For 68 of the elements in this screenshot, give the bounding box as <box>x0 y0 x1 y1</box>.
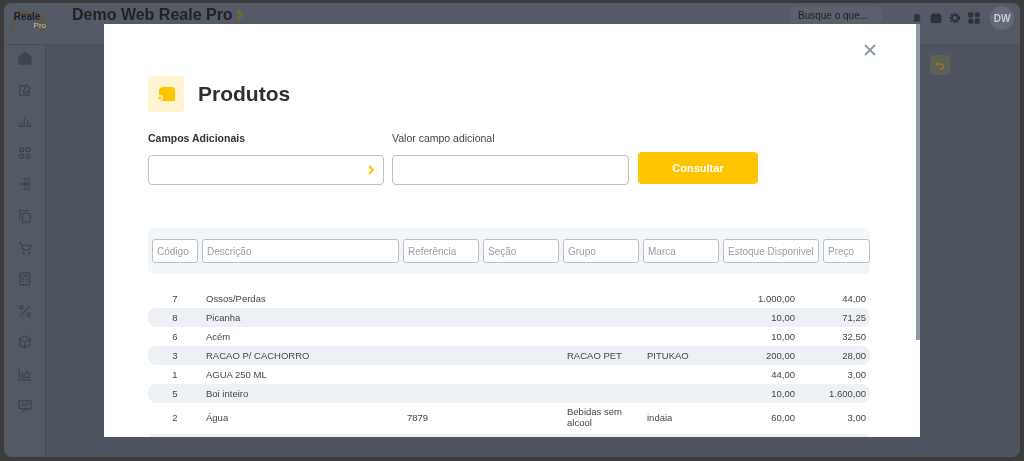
table-cell-text: 1 <box>171 369 179 380</box>
table-cell-text: 3,00 <box>846 411 867 423</box>
filter-field[interactable]: Marca <box>643 239 719 263</box>
table-row[interactable]: 5 Boi inteiro 10,00 1.600,00 <box>148 384 870 403</box>
input-field[interactable] <box>392 155 629 185</box>
table-cell-text: 10,00 <box>770 312 796 323</box>
filter-field[interactable]: Código <box>152 239 198 263</box>
chevron-icon[interactable] <box>235 9 244 21</box>
filter-field[interactable]: Preço <box>823 239 870 263</box>
table-cell-text: 71,25 <box>841 312 867 323</box>
table-cell-text: Boi inteiro <box>205 388 250 399</box>
bell-icon[interactable] <box>910 11 924 25</box>
table-cell-text: 2 <box>171 411 179 423</box>
filter-field[interactable]: Descrição <box>202 239 399 263</box>
chevron-icon <box>368 165 375 175</box>
table-row-plain[interactable]: 1 AGUA 250 ML 44,00 3,00 <box>148 365 870 384</box>
table-cell-text: RACAO PET <box>566 350 623 361</box>
table-cell-text: Ossos/Perdas <box>205 293 267 304</box>
filter-field[interactable]: Estoque Disponivel <box>723 239 819 263</box>
search-field[interactable]: Busque o que... <box>790 6 882 24</box>
table-cell-text: 7879 <box>406 411 430 423</box>
logo-subtitle: Pro <box>33 22 46 30</box>
table-cell-text: 28,00 <box>841 350 867 361</box>
settings-icon[interactable] <box>948 11 962 25</box>
app-title: Demo Web Reale Pro <box>72 6 233 24</box>
table-cell-text: 3,00 <box>846 369 867 380</box>
table-cell-text: 5 <box>171 388 179 399</box>
table-cell-text: Bebidas sem alcool <box>566 406 623 428</box>
table-cell-text: Água <box>205 411 230 423</box>
table-cell-text: 7 <box>171 293 179 304</box>
table-cell-text: 3 <box>171 350 179 361</box>
close-icon[interactable] <box>864 44 876 56</box>
dialog-title: Produtos <box>198 82 291 106</box>
table-cell-text: AGUA 250 ML <box>205 369 268 380</box>
table-cell-text: 1.600,00 <box>828 388 867 399</box>
undo-icon <box>935 60 945 70</box>
table-row-plain[interactable]: 6 Acém 10,00 32,50 <box>148 327 870 346</box>
apps-icon[interactable] <box>967 11 981 25</box>
table-cell-text: 8 <box>171 312 179 323</box>
field-label: Valor campo adicional <box>392 132 496 144</box>
scrollbar[interactable] <box>916 24 920 340</box>
calendar-icon[interactable] <box>929 11 943 25</box>
table-cell-text: 44,00 <box>841 293 867 304</box>
filter-field[interactable]: Referência <box>403 239 479 263</box>
table-row-plain[interactable]: 2 Água 7879 Bebidas sem alcool indaia 60,00 3,00 <box>148 403 870 431</box>
table-row[interactable]: 8 Picanha 10,00 71,25 <box>148 308 870 327</box>
table-cell-text: PITUKAO <box>646 350 690 361</box>
table-cell-text: 32,50 <box>841 331 867 342</box>
table-cell-text: indaia <box>646 411 674 423</box>
table-cell-text: 60,00 <box>770 411 796 423</box>
select-field[interactable] <box>148 155 384 185</box>
field-label: Campos Adicionais <box>148 132 247 144</box>
table-cell-text: 44,00 <box>770 369 796 380</box>
table-row[interactable]: 3 RACAO P/ CACHORRO RACAO PET PITUKAO 200,00 28,00 <box>148 346 870 365</box>
table-cell-text: Acém <box>205 331 232 342</box>
table-cell-text: 200,00 <box>764 350 796 361</box>
table-cell-text: Picanha <box>205 312 242 323</box>
filter-field[interactable]: Seção <box>483 239 559 263</box>
table-cell-text: 6 <box>171 331 179 342</box>
table-cell-text: RACAO P/ CACHORRO <box>205 350 311 361</box>
table-cell-text: 10,00 <box>770 388 796 399</box>
table-cell-text: 10,00 <box>770 331 796 342</box>
undo-button[interactable] <box>930 55 950 75</box>
table-cell-text: 1.000,00 <box>757 293 796 304</box>
filter-field[interactable]: Grupo <box>563 239 639 263</box>
wallet-icon <box>148 76 184 112</box>
table-row-plain[interactable]: 7 Ossos/Perdas 1.000,00 44,00 <box>148 289 870 308</box>
logo-name: Reale <box>13 12 41 22</box>
